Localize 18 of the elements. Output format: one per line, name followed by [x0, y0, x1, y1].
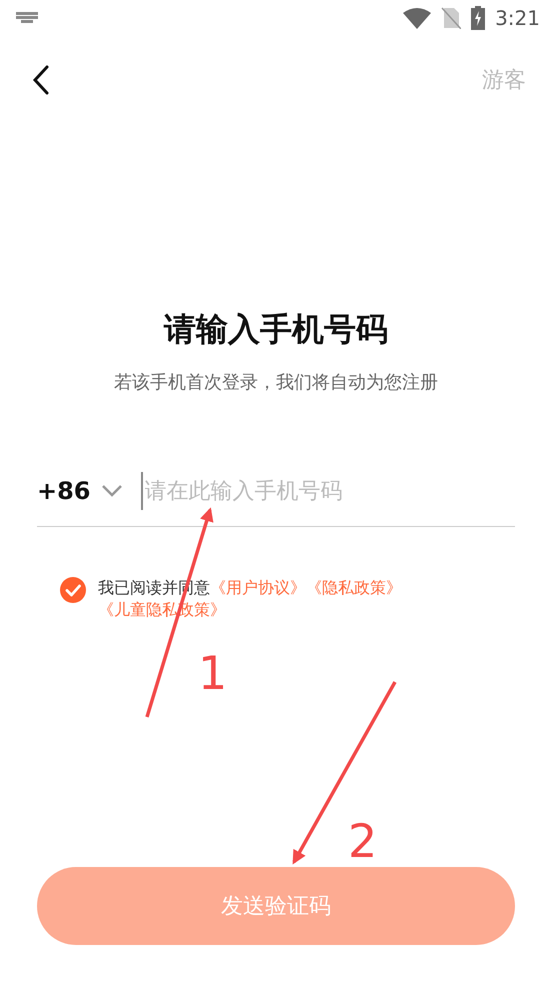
guest-link[interactable]: 游客 [482, 65, 526, 95]
keyboard-icon [16, 12, 38, 24]
annotation-number: 2 [348, 818, 378, 864]
status-time: 3:21 [495, 6, 540, 30]
policy-link[interactable]: 《用户协议》 [210, 578, 306, 597]
chevron-down-icon[interactable] [100, 484, 123, 498]
country-code-selector[interactable]: +86 [37, 477, 91, 505]
agree-checkbox[interactable] [60, 577, 86, 603]
back-icon[interactable] [32, 65, 50, 95]
phone-input[interactable]: 请在此输入手机号码 [142, 478, 515, 504]
battery-charging-icon [471, 6, 486, 30]
wifi-icon [403, 7, 432, 29]
text-cursor [140, 472, 143, 510]
page-title: 请输入手机号码 [162, 309, 389, 350]
no-sim-icon [441, 7, 462, 29]
page-subtitle: 若该手机首次登录，我们将自动为您注册 [113, 371, 439, 394]
policy-link[interactable]: 《隐私政策》 [306, 578, 402, 597]
annotation-number: 1 [198, 650, 228, 696]
